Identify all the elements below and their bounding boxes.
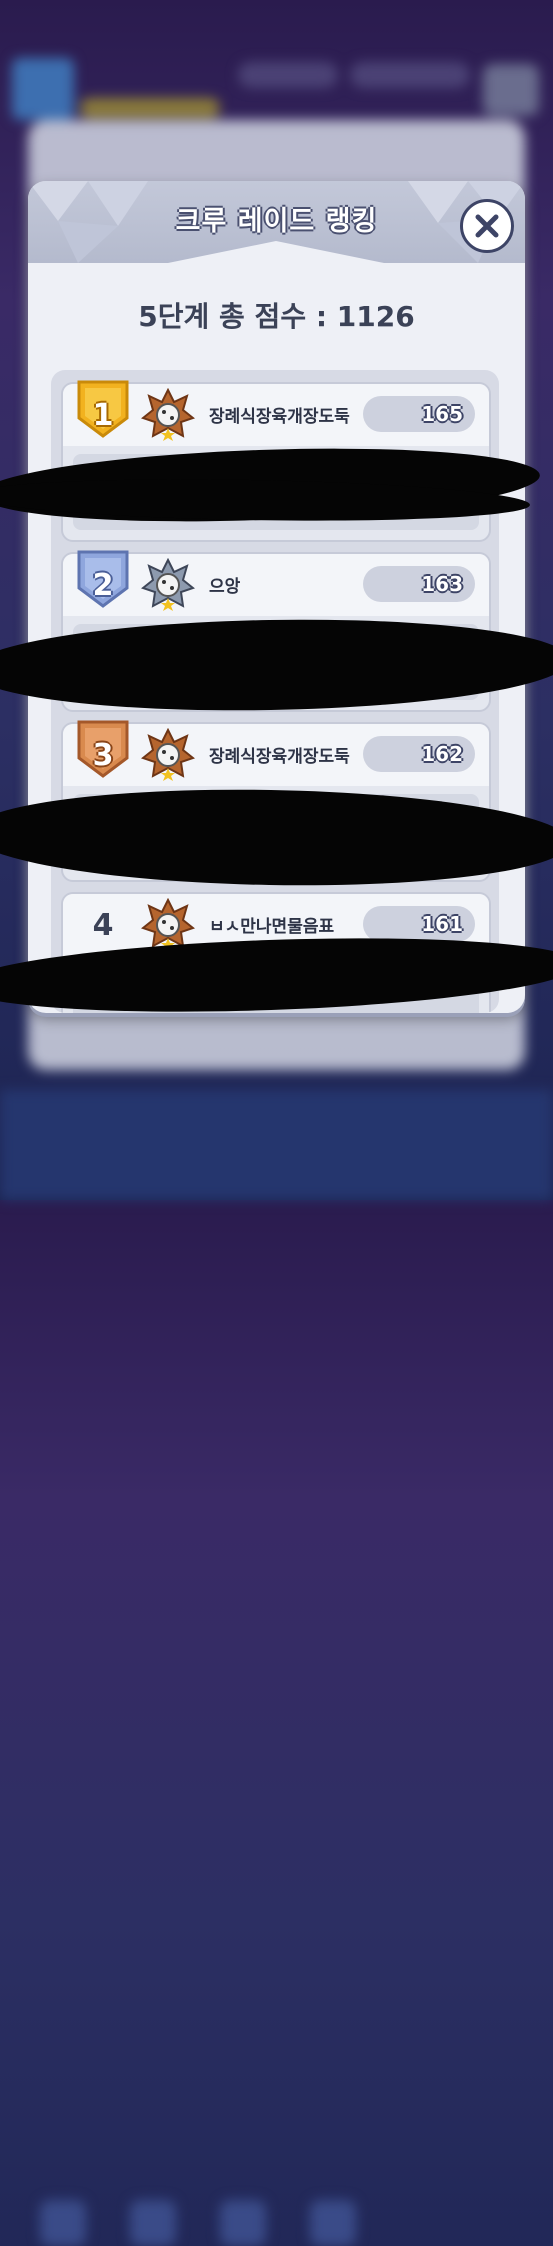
nav-icon: [220, 2200, 266, 2246]
player-avatar: [12, 58, 74, 120]
total-score: 5단계 총 점수 : 1126: [138, 300, 415, 333]
level-bar: [80, 98, 220, 118]
close-x-icon: [475, 214, 499, 238]
member-name: 장례식장육개장도둑: [209, 747, 350, 767]
crew-raid-ranking-modal: 크루 레이드 랭킹 5단계 총 점수 : 1126 1 장례식장육개장도둑 16: [28, 181, 525, 1013]
bronze-crest-icon: [141, 728, 195, 781]
rank-number: 3: [92, 738, 114, 773]
rank-number: 2: [92, 568, 114, 603]
nav-icon: [310, 2200, 356, 2246]
nav-icon: [40, 2200, 86, 2246]
silver-crest-icon: [141, 558, 195, 611]
member-score: 165: [363, 396, 475, 432]
modal-title: 크루 레이드 랭킹: [175, 206, 378, 237]
close-button[interactable]: [460, 199, 514, 253]
currency-chip: [350, 62, 470, 88]
menu-icon: [483, 64, 539, 116]
member-name: ㅂㅅ만나면물음표: [209, 917, 335, 937]
rank-number: 4: [92, 908, 114, 943]
bronze-crest-icon: [141, 388, 195, 441]
member-name: 으앙: [209, 577, 241, 597]
member-name: 장례식장육개장도둑: [209, 407, 350, 427]
rank-number: 1: [92, 398, 114, 433]
nav-icon: [130, 2200, 176, 2246]
currency-chip: [238, 62, 338, 88]
member-score: 161: [363, 906, 475, 942]
member-score: 162: [363, 736, 475, 772]
member-score: 163: [363, 566, 475, 602]
modal-header: 크루 레이드 랭킹: [28, 181, 525, 263]
